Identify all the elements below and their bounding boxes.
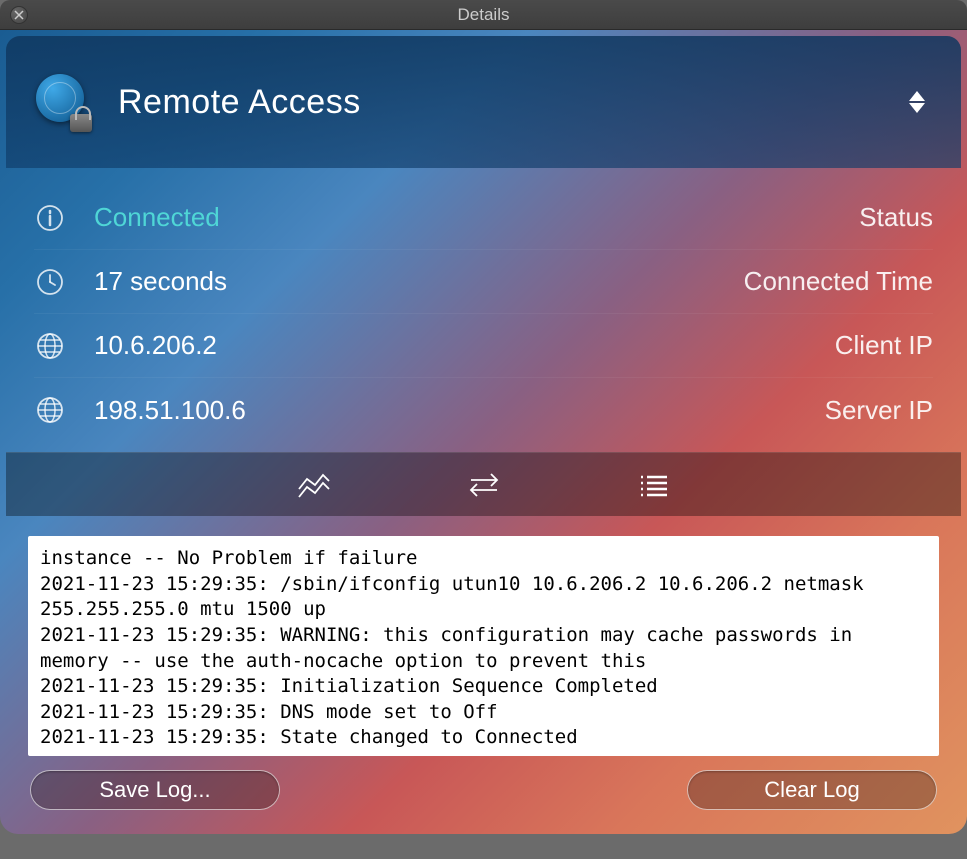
log-output[interactable]: instance -- No Problem if failure 2021-1…: [28, 536, 939, 756]
status-row: Connected Status: [34, 186, 933, 250]
transfer-icon: [467, 471, 501, 499]
time-value: 17 seconds: [94, 266, 744, 297]
globe-icon: [34, 394, 66, 426]
globe-icon: [34, 330, 66, 362]
time-label: Connected Time: [744, 266, 933, 297]
status-value: Connected: [94, 202, 859, 233]
client-ip-row: 10.6.206.2 Client IP: [34, 314, 933, 378]
tab-transfer[interactable]: [464, 465, 504, 505]
close-icon: [14, 10, 24, 20]
app-icon: [34, 74, 90, 130]
info-section: Connected Status 17 seconds Connected Ti…: [6, 168, 961, 452]
server-ip-row: 198.51.100.6 Server IP: [34, 378, 933, 442]
server-ip-value: 198.51.100.6: [94, 395, 825, 426]
client-ip-label: Client IP: [835, 330, 933, 361]
time-row: 17 seconds Connected Time: [34, 250, 933, 314]
button-row: Save Log... Clear Log: [6, 756, 961, 810]
header: Remote Access: [6, 36, 961, 168]
tab-bar: [6, 452, 961, 516]
tab-log[interactable]: [634, 465, 674, 505]
window-title: Details: [458, 5, 510, 25]
server-ip-label: Server IP: [825, 395, 933, 426]
titlebar: Details: [0, 0, 967, 30]
status-label: Status: [859, 202, 933, 233]
clear-log-button[interactable]: Clear Log: [687, 770, 937, 810]
chevron-down-icon: [909, 103, 925, 113]
client-ip-value: 10.6.206.2: [94, 330, 835, 361]
clock-icon: [34, 266, 66, 298]
graph-icon: [297, 471, 331, 499]
window-body: Remote Access Connected Status 17 second…: [0, 30, 967, 834]
info-icon: [34, 202, 66, 234]
save-log-button[interactable]: Save Log...: [30, 770, 280, 810]
list-icon: [637, 471, 671, 499]
header-title: Remote Access: [118, 83, 361, 122]
close-button[interactable]: [10, 6, 28, 24]
tab-graph[interactable]: [294, 465, 334, 505]
sort-toggle[interactable]: [909, 91, 925, 113]
chevron-up-icon: [909, 91, 925, 101]
